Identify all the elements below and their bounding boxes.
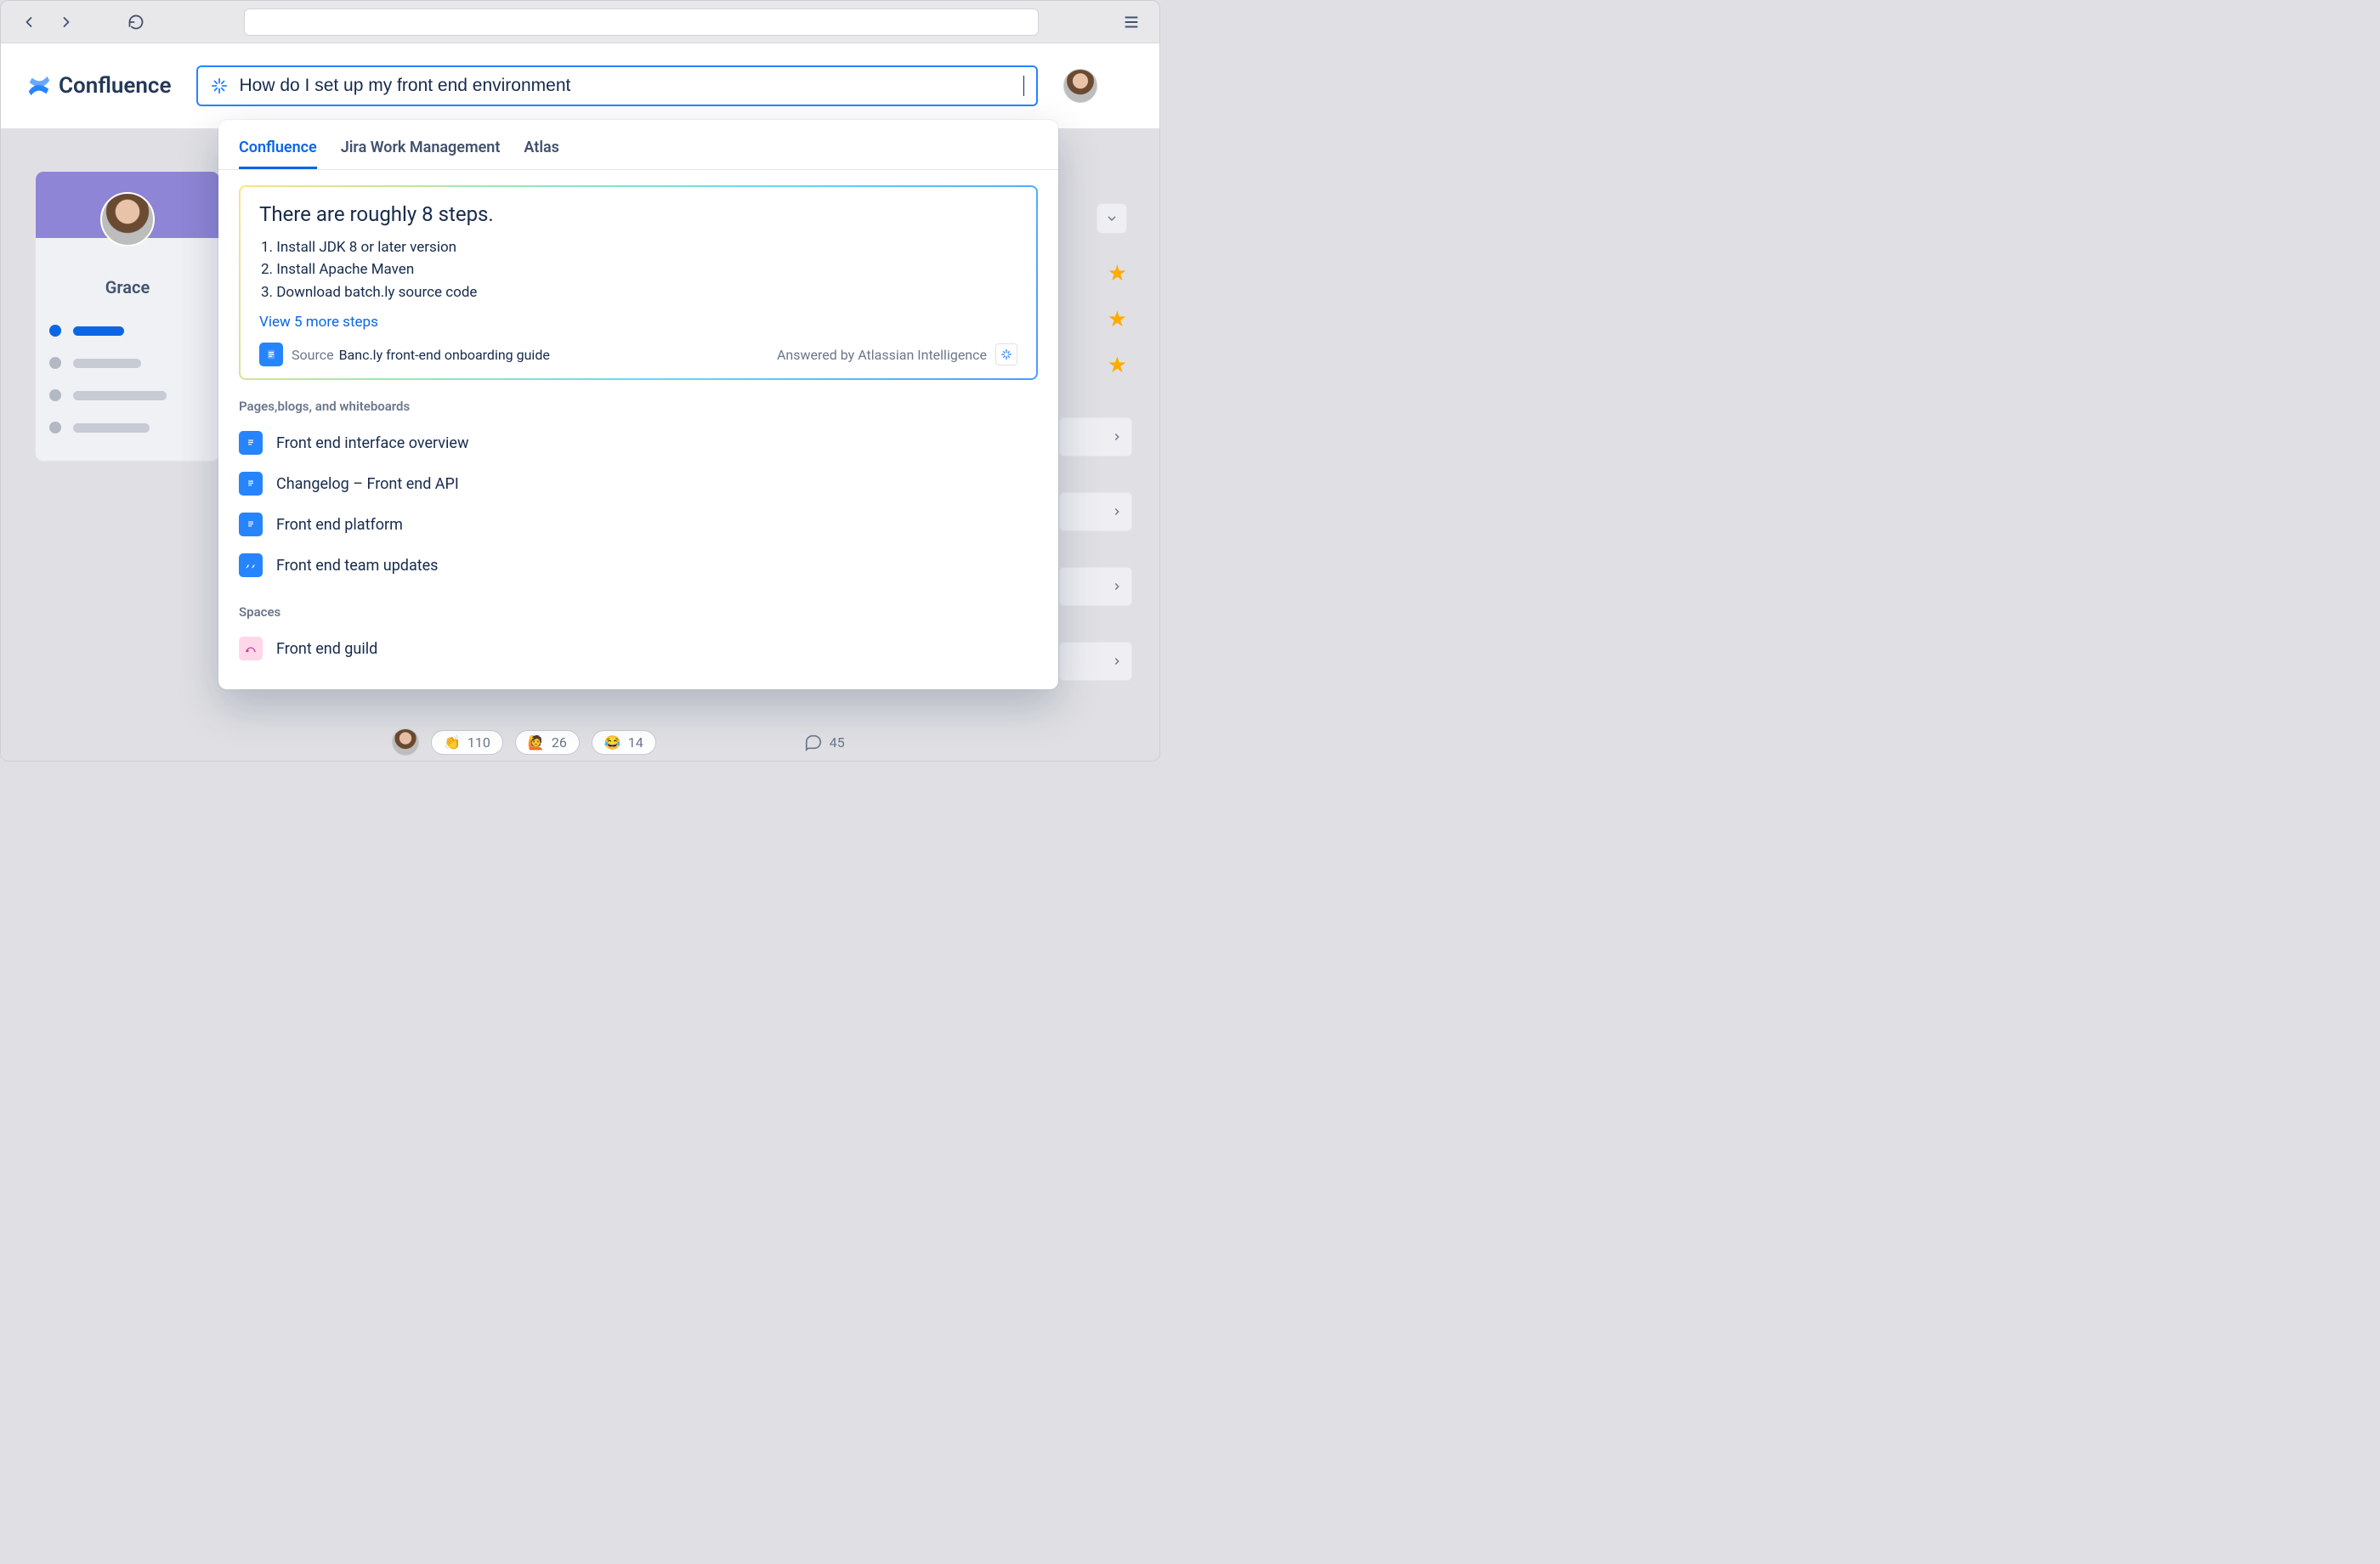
comment-count-value: 45 <box>830 734 845 751</box>
profile-card-avatar <box>100 192 155 246</box>
browser-forward-button[interactable] <box>52 8 81 37</box>
sidebar-item[interactable] <box>49 379 206 411</box>
blog-icon <box>239 553 263 577</box>
tab-atlas[interactable]: Atlas <box>524 137 559 169</box>
space-icon <box>239 637 263 660</box>
reactions-bar: 👏 110 🙋 26 😂 14 45 <box>392 728 845 756</box>
reaction-avatar <box>392 728 419 756</box>
browser-url-bar[interactable] <box>244 8 1039 36</box>
reaction-pill[interactable]: 👏 110 <box>431 730 503 755</box>
chevron-right-icon <box>1111 581 1123 592</box>
app-header: Confluence <box>1 43 1159 128</box>
ai-badge-icon <box>995 343 1017 366</box>
section-spaces-heading: Spaces <box>218 586 1058 628</box>
search-input[interactable] <box>239 76 1022 96</box>
search-tabs: Confluence Jira Work Management Atlas <box>218 137 1058 170</box>
sidebar-item[interactable] <box>49 411 206 444</box>
profile-card: Grace <box>35 171 220 462</box>
reaction-pill[interactable]: 😂 14 <box>592 730 656 755</box>
comment-count[interactable]: 45 <box>804 733 845 751</box>
ai-source-title[interactable]: Banc.ly front-end onboarding guide <box>339 347 550 363</box>
star-icon[interactable]: ★ <box>1108 307 1127 332</box>
search-result-row[interactable]: Front end team updates <box>218 545 1058 586</box>
reaction-count: 14 <box>628 734 643 751</box>
search-result-title: Front end guild <box>276 640 377 658</box>
profile-avatar[interactable] <box>1063 69 1097 103</box>
chevron-right-icon <box>1111 655 1123 667</box>
search-result-row[interactable]: Changelog – Front end API <box>218 463 1058 504</box>
search-results-dropdown: Confluence Jira Work Management Atlas Th… <box>218 120 1058 689</box>
list-row-placeholder[interactable] <box>1059 417 1132 456</box>
chevron-right-icon <box>1111 506 1123 518</box>
ai-attribution: Answered by Atlassian Intelligence <box>777 347 987 363</box>
ai-source-label: Source <box>292 347 334 363</box>
comment-icon <box>804 733 823 751</box>
global-search-box[interactable] <box>196 65 1038 106</box>
list-row-placeholder[interactable] <box>1059 642 1132 681</box>
list-row-placeholder[interactable] <box>1059 492 1132 531</box>
collapse-toggle[interactable] <box>1096 203 1127 234</box>
search-result-row[interactable]: Front end interface overview <box>218 422 1058 463</box>
browser-menu-button[interactable] <box>1117 8 1146 37</box>
search-result-row[interactable]: Front end guild <box>218 628 1058 669</box>
browser-reload-button[interactable] <box>122 8 150 37</box>
sidebar-item[interactable] <box>49 347 206 379</box>
list-row-placeholder[interactable] <box>1059 567 1132 606</box>
sidebar-item[interactable] <box>49 314 206 347</box>
reaction-emoji: 🙋 <box>528 734 545 751</box>
profile-card-name: Grace <box>36 277 219 298</box>
page-icon <box>239 472 263 496</box>
search-result-title: Front end platform <box>276 516 403 534</box>
view-more-steps-link[interactable]: View 5 more steps <box>259 314 378 331</box>
tab-confluence[interactable]: Confluence <box>239 137 317 169</box>
section-pages-heading: Pages,blogs, and whiteboards <box>218 380 1058 422</box>
ai-sparkle-icon <box>210 76 229 95</box>
ai-answer-steps: 1. Install JDK 8 or later version 2. Ins… <box>261 236 1017 303</box>
reaction-emoji: 😂 <box>604 734 621 751</box>
star-icon[interactable]: ★ <box>1108 261 1127 286</box>
search-result-row[interactable]: Front end platform <box>218 504 1058 545</box>
text-caret <box>1023 76 1024 96</box>
browser-toolbar <box>1 1 1159 43</box>
tab-jira-work-management[interactable]: Jira Work Management <box>341 137 501 169</box>
page-icon <box>239 513 263 536</box>
search-result-title: Front end interface overview <box>276 434 468 452</box>
search-result-title: Changelog – Front end API <box>276 475 459 493</box>
search-result-title: Front end team updates <box>276 557 438 575</box>
confluence-logo-icon <box>26 73 52 99</box>
reaction-count: 26 <box>552 734 567 751</box>
page-icon <box>259 343 283 366</box>
reaction-count: 110 <box>468 734 490 751</box>
ai-answer-card: There are roughly 8 steps. 1. Install JD… <box>239 185 1038 380</box>
chevron-right-icon <box>1111 431 1123 443</box>
product-name: Confluence <box>59 73 171 99</box>
ai-answer-headline: There are roughly 8 steps. <box>259 202 1017 226</box>
reaction-pill[interactable]: 🙋 26 <box>515 730 580 755</box>
reaction-emoji: 👏 <box>444 734 461 751</box>
browser-back-button[interactable] <box>14 8 43 37</box>
product-logo[interactable]: Confluence <box>26 73 171 99</box>
page-icon <box>239 431 263 455</box>
star-icon[interactable]: ★ <box>1108 353 1127 378</box>
